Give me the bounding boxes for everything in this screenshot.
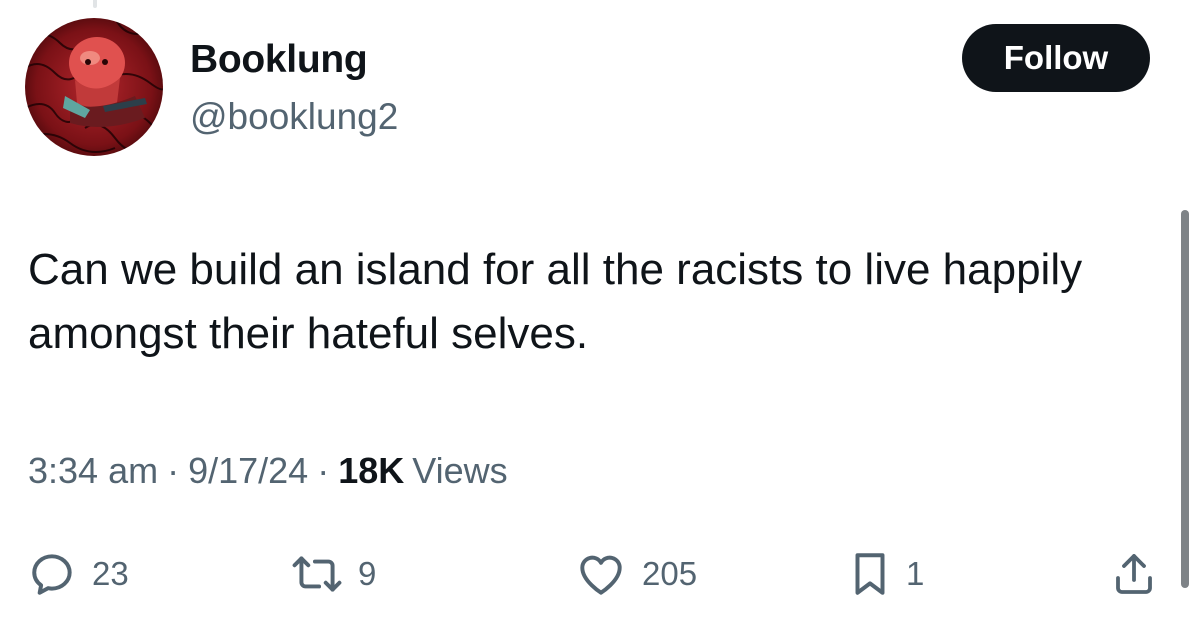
retweet-icon: [292, 556, 342, 592]
author-display-name[interactable]: Booklung: [190, 38, 368, 82]
tweet-meta: 3:34 am · 9/17/24 · 18K Views: [28, 450, 508, 492]
share-button[interactable]: [1110, 546, 1158, 602]
author-handle[interactable]: @booklung2: [190, 96, 398, 138]
meta-separator: ·: [317, 450, 330, 491]
reply-button[interactable]: 23: [28, 546, 129, 602]
bookmark-button[interactable]: 1: [848, 546, 924, 602]
meta-separator: ·: [167, 450, 180, 491]
retweet-button[interactable]: 9: [290, 546, 376, 602]
bookmark-count: 1: [906, 555, 925, 592]
tweet-time[interactable]: 3:34 am: [28, 450, 158, 492]
avatar-image: [25, 18, 163, 156]
tweet-date[interactable]: 9/17/24: [188, 450, 308, 492]
views-count[interactable]: 18K: [338, 450, 404, 492]
tweet-text: Can we build an island for all the racis…: [28, 245, 1083, 358]
bookmark-icon: [855, 553, 885, 595]
like-count: 205: [642, 555, 698, 592]
scrollbar[interactable]: [1181, 210, 1189, 588]
reply-icon: [32, 554, 72, 595]
reply-count: 23: [92, 555, 129, 592]
views-label[interactable]: Views: [412, 450, 507, 492]
like-button[interactable]: 205: [574, 546, 697, 602]
top-divider-mark: [93, 0, 97, 8]
retweet-count: 9: [358, 555, 377, 592]
heart-icon: [580, 555, 622, 595]
share-icon: [1116, 554, 1152, 594]
avatar[interactable]: [25, 18, 163, 156]
follow-button[interactable]: Follow: [962, 24, 1150, 92]
